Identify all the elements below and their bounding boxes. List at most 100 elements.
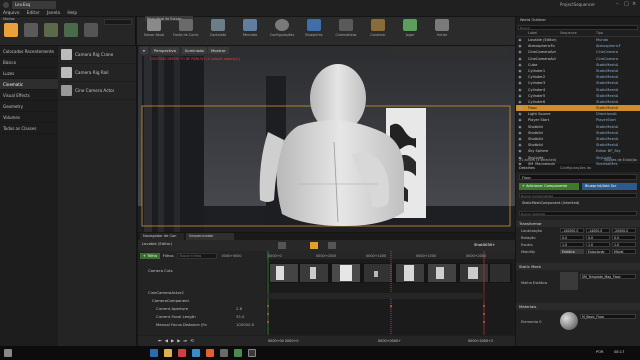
track-focal-length[interactable]: Current Focal Length 35.0	[138, 313, 266, 321]
category-visual-effects[interactable]: Visual Effects	[0, 90, 58, 101]
ie-icon[interactable]	[150, 349, 158, 357]
snap-icon[interactable]	[310, 242, 318, 249]
outliner-type-column[interactable]: Tipo	[596, 31, 636, 36]
place-mode-icon[interactable]	[4, 23, 18, 37]
viewport-transform-tools[interactable]	[390, 47, 508, 54]
cinematics-button[interactable]: Cinemáticas	[331, 19, 361, 43]
static-mesh-picker[interactable]: SM_Template_Map_Floor	[580, 274, 636, 279]
category-basic[interactable]: Básico	[0, 57, 58, 68]
rotation-y-field[interactable]: 0.0	[586, 235, 610, 240]
tab-sequencer[interactable]: Sequenciador	[186, 233, 234, 240]
transform-section[interactable]: Transformar	[516, 220, 640, 227]
category-all-classes[interactable]: Todos as Classes	[0, 123, 58, 134]
tab-world-settings[interactable]: Configurações do	[560, 166, 591, 170]
place-item-camera-rig-crane[interactable]: Camera Rig Crane	[58, 46, 136, 64]
launch-button[interactable]: Iniciar	[427, 19, 457, 43]
tab-details[interactable]: Detalhes	[519, 166, 535, 170]
menu-window[interactable]: Janela	[47, 11, 60, 16]
minimize-icon[interactable]: –	[616, 1, 619, 7]
menu-help[interactable]: Help	[67, 11, 77, 16]
play-icon[interactable]: ▶	[171, 338, 174, 344]
static-mesh-section[interactable]: Static Mesh	[516, 263, 640, 270]
folder-icon[interactable]	[164, 349, 172, 357]
build-button[interactable]: Construir	[363, 19, 393, 43]
rotation-x-field[interactable]: 0.0	[560, 235, 584, 240]
place-item-camera-rig-rail[interactable]: Camera Rig Rail	[58, 64, 136, 82]
settings-button[interactable]: Configurações	[267, 19, 297, 43]
step-back-icon[interactable]: ◀	[165, 338, 168, 344]
mobility-movable-option[interactable]: Móvel	[612, 249, 636, 254]
content-button[interactable]: Conteúdo	[203, 19, 233, 43]
static-mesh-thumbnail[interactable]	[560, 272, 578, 290]
track-camera-cuts[interactable]: Camera Cuts	[138, 267, 266, 275]
viewport-options-button[interactable]: ▾	[140, 47, 148, 54]
foliage-mode-icon[interactable]	[64, 23, 78, 37]
save-current-button[interactable]: Salvar Atual	[139, 19, 169, 43]
store-icon[interactable]	[192, 349, 200, 357]
location-y-field[interactable]: -14000.0	[586, 228, 610, 233]
marketplace-button[interactable]: Mercado	[235, 19, 265, 43]
category-geometry[interactable]: Geometry	[0, 101, 58, 112]
place-item-cine-camera-actor[interactable]: Cine Camera Actor	[58, 82, 136, 100]
paint-mode-icon[interactable]	[24, 23, 38, 37]
materials-section[interactable]: Materiais	[516, 303, 640, 310]
menu-edit[interactable]: Editar	[27, 11, 40, 16]
component-search-input[interactable]: Buscar Componentes	[519, 193, 637, 198]
rotation-z-field[interactable]: 0.0	[612, 235, 636, 240]
category-volumes[interactable]: Volumes	[0, 112, 58, 123]
perspective-button[interactable]: Perspectiva	[151, 47, 179, 54]
scale-x-field[interactable]: 1.0	[560, 242, 584, 247]
play-button[interactable]: Jogar	[395, 19, 425, 43]
scale-z-field[interactable]: 1.0	[612, 242, 636, 247]
landscape-mode-icon[interactable]	[44, 23, 58, 37]
show-button[interactable]: Mostrar	[208, 47, 229, 54]
geometry-mode-icon[interactable]	[84, 23, 98, 37]
key-icon[interactable]	[328, 242, 336, 249]
modes-tab[interactable]: Modos	[3, 17, 15, 21]
actor-name-field[interactable]: Floor	[520, 176, 531, 180]
place-search-input[interactable]	[104, 19, 132, 25]
maximize-icon[interactable]: □	[624, 1, 629, 7]
track-manual-focus[interactable]: Manual Focus Distance (Fo 100000.0	[138, 321, 266, 329]
step-forward-icon[interactable]: ▶	[177, 338, 180, 344]
material-thumbnail[interactable]	[560, 312, 578, 330]
app-icon[interactable]	[220, 349, 228, 357]
mobility-stationary-option[interactable]: Estacionár	[586, 249, 610, 254]
transport-controls[interactable]: ⏮ ◀ ▶ ▶ ⏭ ⟲	[158, 338, 208, 344]
static-mesh-component-row[interactable]: StaticMeshComponent (Inherited)	[522, 201, 579, 205]
outliner-label-column[interactable]: Label	[524, 31, 560, 36]
track-cine-camera-actor[interactable]: CineCameraActor2	[138, 289, 266, 297]
scale-y-field[interactable]: 1.0	[586, 242, 610, 247]
location-x-field[interactable]: -140000.0	[560, 228, 584, 233]
sequencer-timeline[interactable]: 0000+0 0000+0500 0000+1000 0000+1500 000…	[266, 251, 515, 335]
app-icon[interactable]	[234, 349, 242, 357]
mobility-static-option[interactable]: Estático	[560, 249, 584, 254]
track-camera-component[interactable]: CameraComponent	[138, 297, 266, 305]
blueprints-button[interactable]: Blueprints	[299, 19, 329, 43]
menu-file[interactable]: Arquivo	[3, 11, 19, 16]
track-search-input[interactable]: Buscar trilhas	[177, 253, 218, 259]
category-recent[interactable]: Colocados Recentemente	[0, 46, 58, 57]
lit-button[interactable]: Iluminado	[182, 47, 207, 54]
track-current-aperture[interactable]: Current Aperture 2.8	[138, 305, 266, 313]
close-icon[interactable]: ×	[632, 1, 636, 7]
browser-icon[interactable]	[206, 349, 214, 357]
material-picker[interactable]: M_Basic_Floor	[580, 314, 636, 319]
loop-icon[interactable]: ⟲	[190, 338, 194, 344]
windows-start-icon[interactable]	[4, 349, 12, 357]
add-component-button[interactable]: + Adicionar Componente	[519, 183, 579, 190]
source-control-button[interactable]: Fonte de Contr.	[171, 19, 201, 43]
category-lights[interactable]: Luzes	[0, 68, 58, 79]
app-icon[interactable]	[178, 349, 186, 357]
skip-forward-icon[interactable]: ⏭	[183, 338, 187, 344]
unreal-taskbar-icon[interactable]	[248, 349, 256, 357]
location-z-field[interactable]: -20000.0	[612, 228, 636, 233]
outliner-tab[interactable]: World Outliner	[516, 17, 640, 24]
sequencer-save-icon[interactable]	[278, 242, 286, 249]
view-options-button[interactable]: Opções de Exibição	[604, 158, 637, 164]
blueprint-button[interactable]: Blueprint/Add Scr	[582, 183, 637, 190]
level-viewport[interactable]	[138, 46, 515, 232]
add-track-button[interactable]: + Trilha	[140, 253, 160, 259]
outliner-search-input[interactable]: Buscar	[518, 25, 638, 30]
outliner-sequence-column[interactable]: Sequence	[560, 31, 596, 36]
